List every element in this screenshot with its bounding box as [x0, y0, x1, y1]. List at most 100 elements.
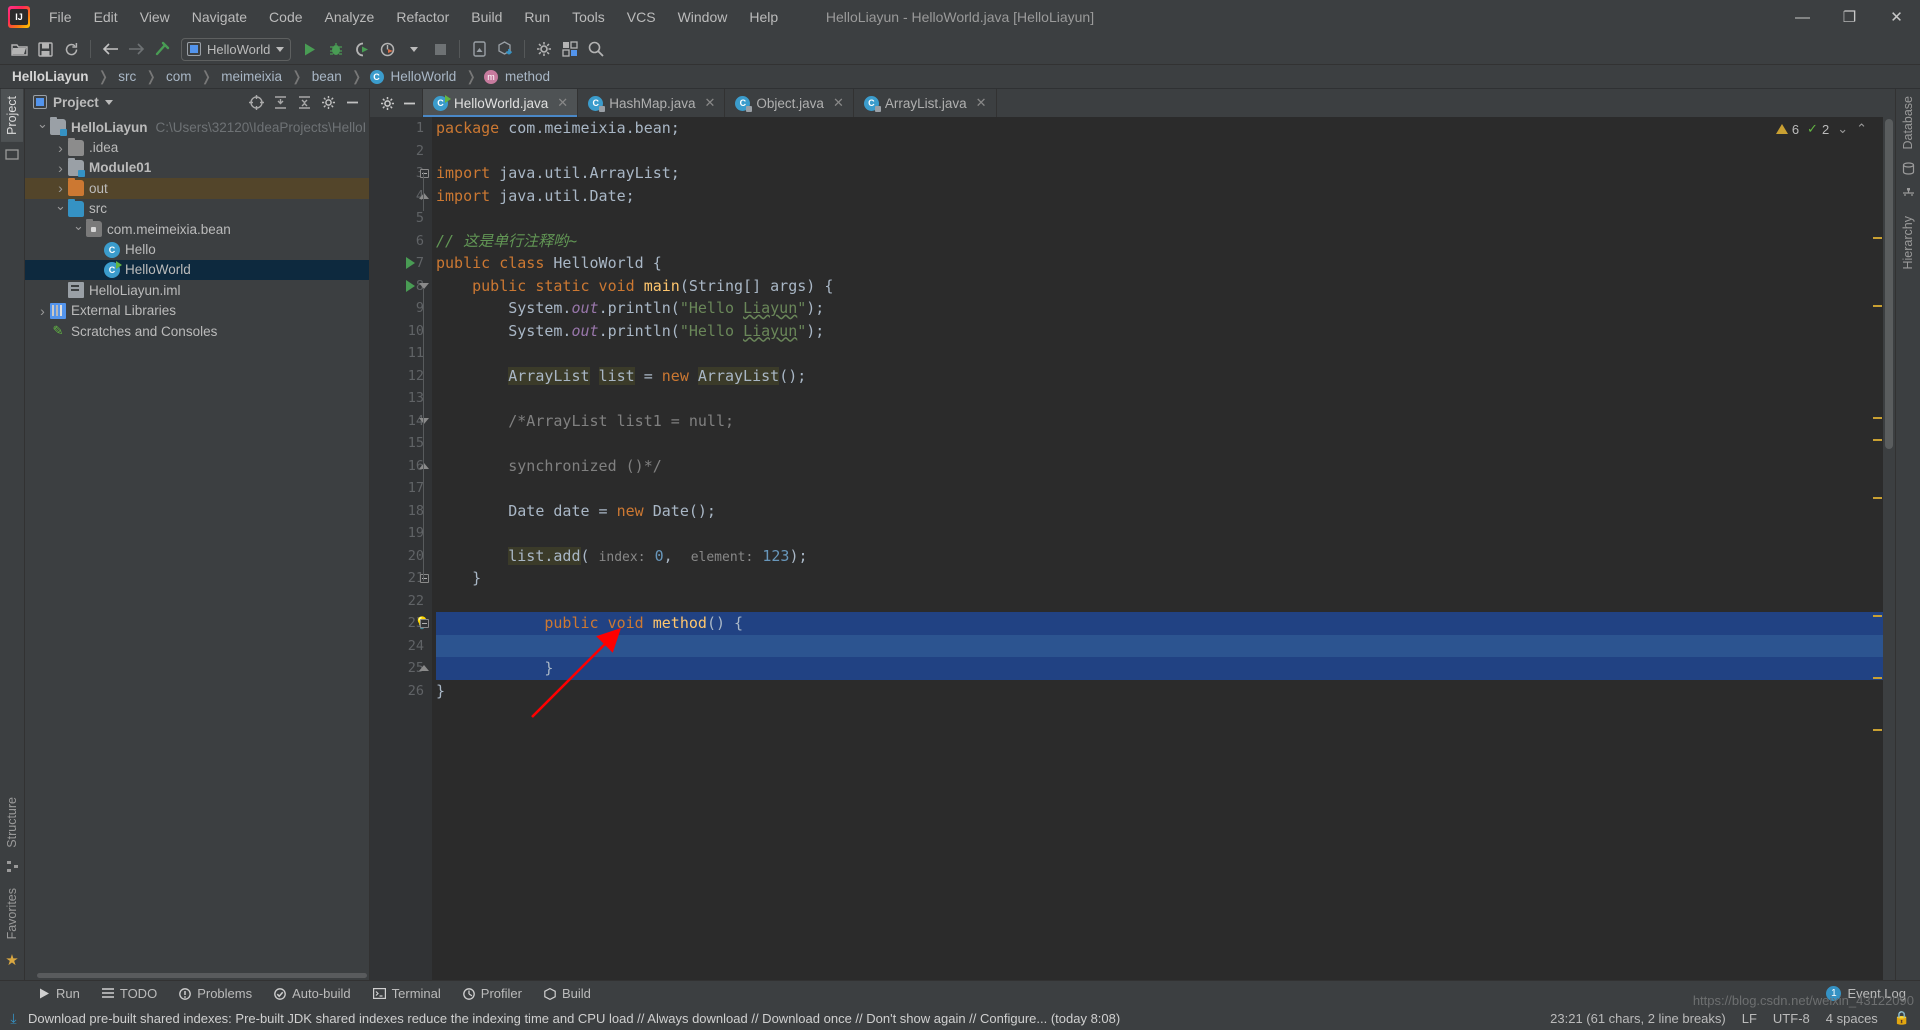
chevron-up-icon[interactable]: ⌃	[1856, 121, 1867, 137]
code-line-5[interactable]	[436, 207, 1895, 230]
main-toolbar[interactable]: HelloWorld	[0, 34, 1920, 65]
run-with-coverage-button[interactable]	[349, 37, 375, 61]
code-line-14[interactable]: /*ArrayList list1 = null;	[436, 410, 1895, 433]
settings-gear-icon[interactable]	[376, 92, 398, 114]
forward-icon[interactable]	[123, 37, 149, 61]
code-line-16[interactable]: synchronized ()*/	[436, 455, 1895, 478]
chevron-down-icon[interactable]	[104, 99, 113, 105]
error-stripe-mark[interactable]	[1873, 305, 1882, 307]
file-encoding[interactable]: UTF-8	[1773, 1011, 1810, 1026]
tree-toggle-closed-icon[interactable]	[35, 303, 50, 319]
tree-item-external-libraries[interactable]: External Libraries	[25, 301, 369, 321]
left-tool-rail[interactable]: Project Structure Favorites ★	[0, 89, 25, 980]
code-line-22[interactable]	[436, 590, 1895, 613]
gutter-line-2[interactable]: 2	[370, 140, 432, 163]
debug-button[interactable]	[323, 37, 349, 61]
editor-tab-bar[interactable]: HelloWorld.java✕HashMap.java✕Object.java…	[370, 89, 1895, 117]
code-line-23[interactable]: public void method() {	[436, 612, 1895, 635]
tree-toggle-closed-icon[interactable]	[53, 180, 68, 196]
stop-button[interactable]	[427, 37, 453, 61]
breadcrumb-item-meimeixia[interactable]: meimeixia	[219, 69, 284, 84]
close-tab-icon[interactable]: ✕	[833, 95, 844, 111]
error-stripe-mark[interactable]	[1873, 439, 1882, 441]
menu-analyze[interactable]: Analyze	[314, 6, 386, 28]
bottom-tab-auto-build[interactable]: Auto-build	[263, 981, 362, 1007]
code-line-11[interactable]	[436, 342, 1895, 365]
code-content[interactable]: package com.meimeixia.bean; import java.u…	[432, 117, 1895, 980]
code-folding-marker[interactable]	[418, 185, 430, 208]
error-stripe-mark[interactable]	[1873, 615, 1882, 617]
collapse-all-icon[interactable]	[269, 91, 291, 113]
code-folding-marker[interactable]	[418, 612, 430, 635]
code-line-24[interactable]	[436, 634, 1895, 657]
gutter-line-25[interactable]: 25	[370, 657, 432, 680]
menu-window[interactable]: Window	[667, 6, 739, 28]
tree-item-scratches-and-consoles[interactable]: Scratches and Consoles	[25, 321, 369, 341]
back-icon[interactable]	[97, 37, 123, 61]
project-panel-actions[interactable]	[245, 91, 363, 113]
code-line-18[interactable]: Date date = new Date();	[436, 500, 1895, 523]
scroll-from-source-icon[interactable]	[245, 91, 267, 113]
maximize-button[interactable]: ❐	[1826, 0, 1873, 34]
error-stripe-mark[interactable]	[1873, 237, 1882, 239]
caret-position[interactable]: 23:21 (61 chars, 2 line breaks)	[1550, 1011, 1726, 1026]
code-line-3[interactable]: import java.util.ArrayList;	[436, 162, 1895, 185]
tool-window-structure[interactable]: Structure	[1, 790, 23, 855]
tree-item-hello[interactable]: Hello	[25, 239, 369, 259]
tool-window-project[interactable]: Project	[1, 89, 23, 142]
editor-gutter[interactable]: 1234567891011121314151617181920212223💡24…	[370, 117, 432, 980]
close-button[interactable]: ✕	[1873, 0, 1920, 34]
gutter-line-1[interactable]: 1	[370, 117, 432, 140]
menu-tools[interactable]: Tools	[561, 6, 616, 28]
breadcrumb[interactable]: HelloLiayun ❭ src ❭ com ❭ meimeixia ❭ be…	[0, 65, 1920, 89]
bottom-tool-bar[interactable]: Run TODO Problems Auto-build Terminal Profile…	[0, 980, 1920, 1006]
code-folding-marker[interactable]	[418, 162, 430, 185]
status-message-area[interactable]: Download pre-built shared indexes: Pre-b…	[6, 1011, 1120, 1026]
tree-item-out[interactable]: out	[25, 178, 369, 199]
run-configuration-selector[interactable]: HelloWorld	[181, 37, 292, 61]
tree-item-com-meimeixia-bean[interactable]: com.meimeixia.bean	[25, 219, 369, 239]
status-message[interactable]: Download pre-built shared indexes: Pre-b…	[28, 1011, 1120, 1026]
tool-window-database[interactable]: Database	[1897, 89, 1919, 157]
settings-gear-icon[interactable]	[317, 91, 339, 113]
tree-toggle-open-icon[interactable]	[53, 201, 68, 217]
tree-item-helloliayun-iml[interactable]: HelloLiayun.iml	[25, 280, 369, 300]
gutter-line-26[interactable]: 26	[370, 680, 432, 703]
code-line-21[interactable]: }	[436, 567, 1895, 590]
save-icon[interactable]	[32, 37, 58, 61]
error-stripe-mark[interactable]	[1873, 417, 1882, 419]
code-line-4[interactable]: import java.util.Date;	[436, 185, 1895, 208]
code-line-9[interactable]: System.out.println("Hello Liayun");	[436, 297, 1895, 320]
close-tab-icon[interactable]: ✕	[705, 95, 716, 111]
bottom-tab-problems[interactable]: Problems	[168, 981, 263, 1007]
menu-code[interactable]: Code	[258, 6, 313, 28]
breadcrumb-item-class[interactable]: HelloWorld	[389, 69, 459, 84]
menu-file[interactable]: File	[38, 6, 83, 28]
inspection-ok[interactable]: ✓ 2	[1807, 121, 1829, 137]
menu-navigate[interactable]: Navigate	[181, 6, 258, 28]
code-line-26[interactable]: }	[436, 680, 1895, 703]
bottom-tab-run[interactable]: Run	[28, 981, 91, 1007]
profile-button[interactable]	[375, 37, 401, 61]
scrollbar-thumb[interactable]	[37, 973, 367, 978]
tree-toggle-closed-icon[interactable]	[53, 160, 68, 176]
breadcrumb-item-src[interactable]: src	[116, 69, 138, 84]
code-line-6[interactable]: // 这是单行注释哟~	[436, 230, 1895, 253]
event-log-button[interactable]: 1 Event Log	[1826, 986, 1920, 1001]
run-button[interactable]	[297, 37, 323, 61]
lock-icon[interactable]: 🔒	[1894, 1010, 1910, 1026]
code-line-8[interactable]: public static void main(String[] args) {	[436, 275, 1895, 298]
build-hammer-icon[interactable]	[149, 37, 175, 61]
sdk-download-icon[interactable]	[492, 37, 518, 61]
menu-help[interactable]: Help	[738, 6, 789, 28]
editor-tab-actions[interactable]	[370, 89, 423, 117]
code-line-15[interactable]	[436, 432, 1895, 455]
project-tree[interactable]: HelloLiayun C:\Users\32120\IdeaProjects\H…	[25, 115, 369, 970]
gutter-line-22[interactable]: 22	[370, 590, 432, 613]
code-line-25[interactable]: }	[436, 657, 1895, 680]
gutter-line-6[interactable]: 6	[370, 230, 432, 253]
commit-icon[interactable]	[5, 142, 19, 169]
minimize-button[interactable]: —	[1779, 0, 1826, 34]
code-line-2[interactable]	[436, 140, 1895, 163]
code-line-20[interactable]: list.add( index: 0, element: 123);	[436, 545, 1895, 568]
